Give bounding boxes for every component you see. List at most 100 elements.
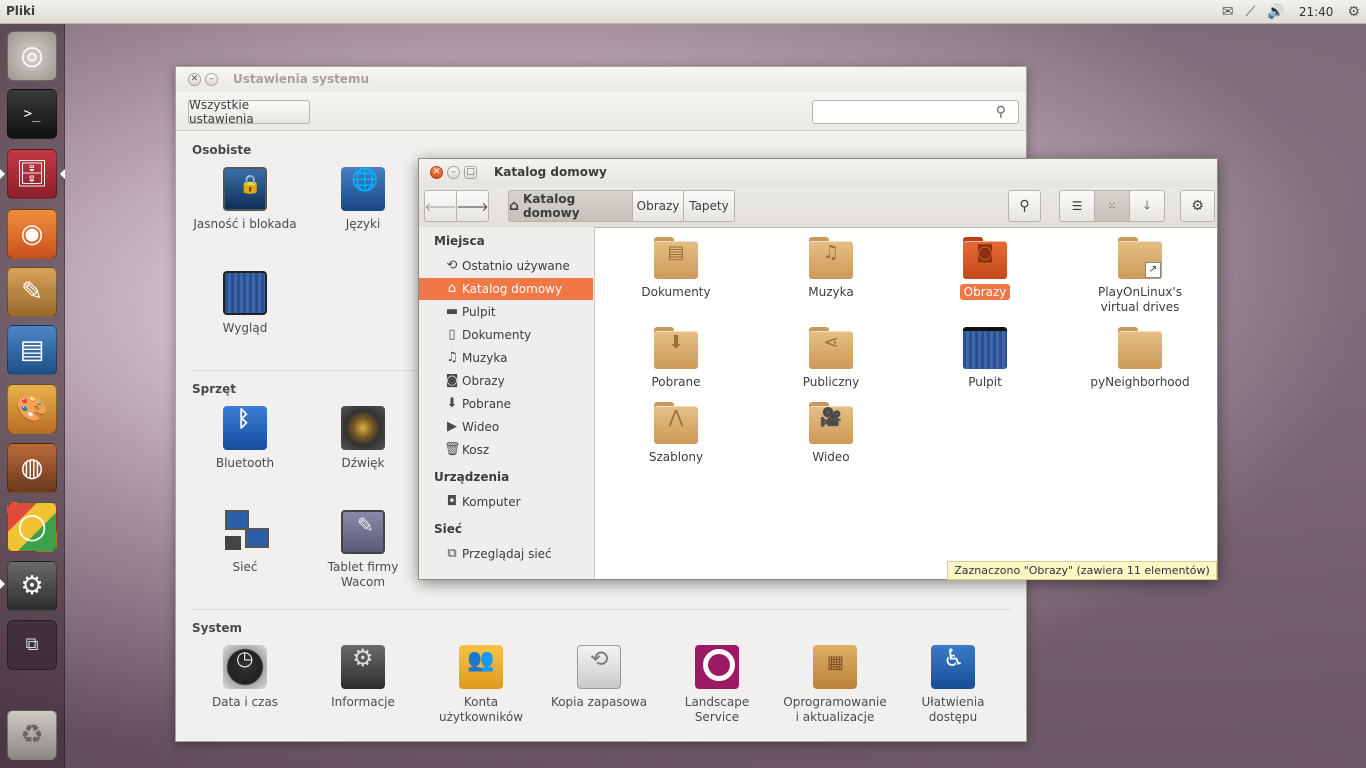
sidebar-item-browse-network[interactable]: ⧉ Przeglądaj sieć xyxy=(419,543,593,565)
writer-icon[interactable]: ▤ xyxy=(7,325,57,375)
file-item-playonlinux[interactable]: ↗ PlayOnLinux's virtual drives xyxy=(1080,237,1200,315)
file-item-desktop[interactable]: Pulpit xyxy=(925,327,1045,390)
breadcrumb-label: Katalog domowy xyxy=(523,192,580,220)
close-icon[interactable]: ✕ xyxy=(188,73,201,86)
file-item-templates[interactable]: ⋀ Szablony xyxy=(616,402,736,465)
firefox-icon[interactable]: ◉ xyxy=(7,209,57,259)
file-item-label: Muzyka xyxy=(808,285,854,299)
workspaces-icon[interactable]: ⧉ xyxy=(7,620,57,670)
text-editor-icon[interactable]: ✎ xyxy=(7,267,57,317)
folder-pictures-icon: ◙ xyxy=(963,237,1007,279)
settings-item-sound[interactable]: Dźwięk xyxy=(308,406,418,471)
file-item-pictures[interactable]: ◙ Obrazy xyxy=(925,237,1045,300)
minimize-icon[interactable]: – xyxy=(447,166,460,179)
files-icon[interactable]: 🗄 xyxy=(7,149,57,199)
file-item-label: Pulpit xyxy=(968,375,1002,389)
files-toolbar: 🡐 🡒 ⌂ Katalog domowy Obrazy Tapety ⚲ ☰ ⁙ … xyxy=(419,187,1217,228)
sidebar-item-documents[interactable]: ▯ Dokumenty xyxy=(419,324,593,346)
settings-item-backup[interactable]: ⟲ Kopia zapasowa xyxy=(544,645,654,710)
sidebar-heading-devices: Urządzenia xyxy=(434,470,510,484)
accessibility-icon: ♿ xyxy=(931,645,975,689)
clock[interactable]: 21:40 xyxy=(1299,5,1334,19)
settings-item-label: Sieć xyxy=(232,560,258,574)
forward-button[interactable]: 🡒 xyxy=(456,190,489,222)
settings-item-languages[interactable]: 🌐 Języki xyxy=(308,167,418,232)
grid-view-button[interactable]: ⁙ xyxy=(1094,190,1130,222)
video-icon: ▶ xyxy=(447,419,457,434)
system-settings-icon[interactable]: ⚙ xyxy=(7,561,57,611)
sidebar-item-label: Muzyka xyxy=(462,351,508,365)
search-input[interactable]: ⚲ xyxy=(812,100,1019,124)
breadcrumb-home[interactable]: ⌂ Katalog domowy xyxy=(508,190,633,222)
sidebar-item-desktop[interactable]: ▬ Pulpit xyxy=(419,301,593,323)
sidebar-item-label: Katalog domowy xyxy=(462,282,563,296)
file-item-label: Wideo xyxy=(812,450,850,464)
settings-item-datetime[interactable]: ◷ Data i czas xyxy=(190,645,300,710)
sidebar-item-music[interactable]: ♫ Muzyka xyxy=(419,347,593,369)
network-icon[interactable]: ⟋ xyxy=(1246,0,1256,24)
settings-item-label: Konta użytkowników xyxy=(438,695,523,724)
settings-item-network[interactable]: Sieć xyxy=(190,510,300,575)
speaker-icon[interactable]: ◍ xyxy=(7,443,57,493)
settings-item-wacom[interactable]: ✎ Tablet firmy Wacom xyxy=(308,510,418,590)
file-item-label: Publiczny xyxy=(802,375,860,389)
arrow-right-icon: 🡒 xyxy=(456,199,489,214)
ubuntu-icon[interactable]: ◎ xyxy=(7,31,57,81)
minimize-icon[interactable]: – xyxy=(205,73,218,86)
maximize-icon[interactable]: □ xyxy=(464,166,477,179)
network-computers-icon xyxy=(223,510,269,554)
file-item-label: Szablony xyxy=(648,450,704,464)
all-settings-button[interactable]: Wszystkie ustawienia xyxy=(188,98,310,126)
trash-icon[interactable]: ♻ xyxy=(7,710,57,760)
settings-item-bluetooth[interactable]: ᛒ Bluetooth xyxy=(190,406,300,471)
view-options-button[interactable]: 🡓 xyxy=(1129,190,1165,222)
sidebar-item-computer[interactable]: ◘ Komputer xyxy=(419,491,593,513)
file-item-label: Obrazy xyxy=(959,284,1011,300)
paint-icon[interactable]: 🎨 xyxy=(7,384,57,434)
sidebar-item-trash[interactable]: 🗑 Kosz xyxy=(419,439,593,461)
file-item-downloads[interactable]: ⬇ Pobrane xyxy=(616,327,736,390)
settings-item-brightness[interactable]: 🔒 Jasność i blokada xyxy=(190,167,300,232)
file-item-public[interactable]: ⋖ Publiczny xyxy=(771,327,891,390)
gear-icon[interactable]: ⚙ xyxy=(1347,0,1360,24)
sidebar-item-downloads[interactable]: ⬇ Pobrane xyxy=(419,393,593,415)
mail-icon[interactable]: ✉ xyxy=(1222,0,1234,24)
settings-menu-button[interactable]: ⚙ xyxy=(1180,190,1215,222)
volume-icon[interactable]: 🔊 xyxy=(1267,0,1284,24)
bluetooth-icon: ᛒ xyxy=(223,406,267,450)
sidebar-item-videos[interactable]: ▶ Wideo xyxy=(419,416,593,438)
file-item-music[interactable]: ♫ Muzyka xyxy=(771,237,891,300)
sidebar-item-pictures[interactable]: ◙ Obrazy xyxy=(419,370,593,392)
breadcrumb-obrazy[interactable]: Obrazy xyxy=(632,190,684,222)
breadcrumb-tapety[interactable]: Tapety xyxy=(683,190,735,222)
sidebar-item-label: Pulpit xyxy=(462,305,496,319)
gear-icon: ⚙ xyxy=(341,645,385,689)
users-icon: 👥 xyxy=(459,645,503,689)
settings-item-label: Języki xyxy=(345,217,381,231)
search-button[interactable]: ⚲ xyxy=(1008,190,1041,222)
settings-item-label: Landscape Service xyxy=(684,695,750,724)
back-button[interactable]: 🡐 xyxy=(424,190,457,222)
window-title: Ustawienia systemu xyxy=(233,72,370,86)
settings-item-users[interactable]: 👥 Konta użytkowników xyxy=(426,645,536,725)
settings-item-accessibility[interactable]: ♿ Ułatwienia dostępu xyxy=(898,645,1008,725)
settings-item-appearance[interactable]: Wygląd xyxy=(190,271,300,336)
settings-item-label: Jasność i blokada xyxy=(193,217,297,231)
section-hardware: Sprzęt xyxy=(192,382,237,396)
settings-item-software-updates[interactable]: ▦ Oprogramowanie i aktualizacje xyxy=(780,645,890,725)
status-bar: Zaznaczono "Obrazy" (zawiera 11 elementó… xyxy=(947,561,1217,580)
settings-item-info[interactable]: ⚙ Informacje xyxy=(308,645,418,710)
sidebar-item-recent[interactable]: ⟲ Ostatnio używane xyxy=(419,255,593,277)
file-item-documents[interactable]: ▤ Dokumenty xyxy=(616,237,736,300)
list-view-button[interactable]: ☰ xyxy=(1059,190,1095,222)
terminal-icon[interactable]: >_ xyxy=(7,89,57,139)
app-icon[interactable]: ◯ xyxy=(7,502,57,552)
download-icon: ⬇ xyxy=(446,396,458,411)
file-item-videos[interactable]: 🎥 Wideo xyxy=(771,402,891,465)
package-icon: ▦ xyxy=(813,645,857,689)
file-item-pyneighborhood[interactable]: pyNeighborhood xyxy=(1080,327,1200,390)
close-icon[interactable]: ✕ xyxy=(430,166,443,179)
settings-titlebar: ✕ – Ustawienia systemu xyxy=(176,67,1026,93)
settings-item-landscape[interactable]: Landscape Service xyxy=(662,645,772,725)
sidebar-item-home[interactable]: ⌂ Katalog domowy xyxy=(419,278,593,300)
